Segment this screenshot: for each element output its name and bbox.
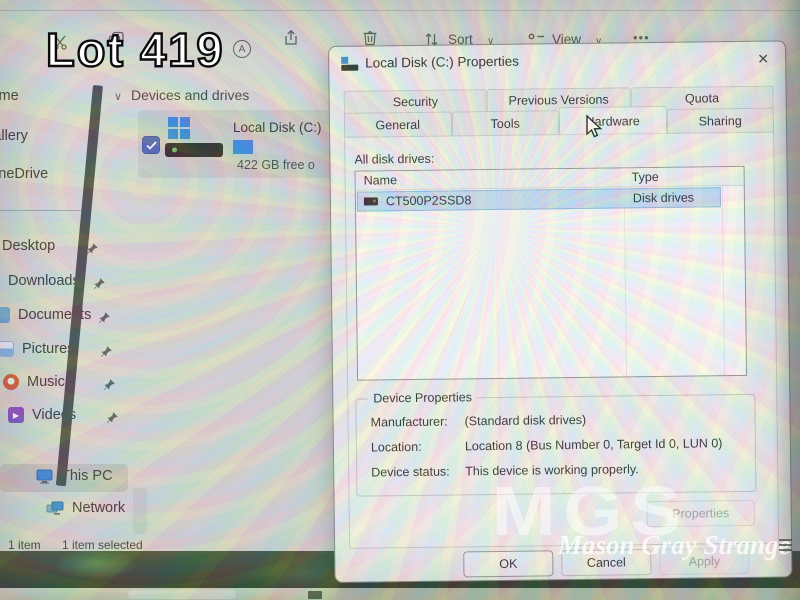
sidebar-item-desktop[interactable]: Desktop bbox=[2, 238, 55, 254]
pin-icon bbox=[100, 345, 113, 358]
section-header: Devices and drives bbox=[131, 87, 249, 103]
statusbar-item-count: 1 item bbox=[8, 538, 41, 552]
capacity-bar-fill bbox=[233, 140, 253, 154]
field-value: This device is working properly. bbox=[465, 462, 639, 478]
disk-drives-list[interactable]: Name Type CT500P2SSD8 Disk drives bbox=[355, 166, 748, 381]
cancel-button[interactable]: Cancel bbox=[561, 549, 651, 576]
close-icon[interactable]: ✕ bbox=[751, 48, 775, 70]
device-name: CT500P2SSD8 bbox=[386, 193, 472, 208]
sidebar-label: Pictures bbox=[22, 341, 74, 357]
taskbar-highlight bbox=[128, 590, 236, 599]
sidebar-item-home[interactable]: Home bbox=[0, 88, 19, 104]
share-icon[interactable] bbox=[282, 29, 300, 47]
menu-lines-artifact bbox=[779, 539, 792, 554]
sidebar-item-gallery[interactable]: Gallery bbox=[0, 128, 28, 144]
sidebar-item-pictures[interactable]: Pictures bbox=[0, 341, 74, 357]
chevron-down-icon[interactable]: ∨ bbox=[114, 90, 122, 103]
field-label: Location: bbox=[371, 440, 422, 455]
sidebar-label: This PC bbox=[61, 468, 113, 484]
drive-icon bbox=[165, 143, 223, 157]
device-properties-group: Device Properties Manufacturer: (Standar… bbox=[355, 394, 756, 497]
drive-free-space: 422 GB free o bbox=[237, 158, 315, 172]
pictures-icon bbox=[0, 341, 14, 357]
column-divider[interactable] bbox=[722, 167, 726, 375]
pin-icon bbox=[98, 311, 111, 324]
field-label: Device status: bbox=[371, 465, 450, 480]
mouse-cursor bbox=[583, 114, 605, 140]
list-label: All disk drives: bbox=[354, 152, 434, 167]
pin-icon bbox=[93, 277, 106, 290]
column-header-name[interactable]: Name bbox=[364, 173, 398, 187]
sidebar-label: Network bbox=[72, 500, 125, 516]
sidebar-label: Desktop bbox=[2, 238, 55, 254]
apply-button[interactable]: Apply bbox=[659, 548, 749, 575]
rename-icon[interactable]: A bbox=[233, 40, 251, 58]
network-icon bbox=[46, 501, 64, 516]
field-value: (Standard disk drives) bbox=[465, 413, 587, 428]
pin-icon bbox=[106, 411, 119, 424]
sidebar-item-music[interactable]: Music bbox=[3, 374, 65, 390]
statusbar-selected-count: 1 item selected bbox=[62, 538, 143, 552]
tab-general[interactable]: General bbox=[344, 111, 452, 137]
photographed-monitor: A Sort ∨ View ∨ ••• Home Gallery OneDriv… bbox=[0, 0, 800, 600]
sidebar-item-downloads[interactable]: Downloads bbox=[8, 273, 80, 289]
delete-icon[interactable] bbox=[362, 29, 378, 46]
pin-icon bbox=[103, 378, 116, 391]
list-row-ct500p2ssd8[interactable]: CT500P2SSD8 Disk drives bbox=[357, 187, 721, 211]
windows-logo-icon bbox=[168, 117, 190, 139]
drive-icon bbox=[341, 57, 359, 72]
lot-number-watermark: Lot 419 bbox=[46, 22, 225, 77]
taskbar-icon bbox=[308, 591, 322, 599]
sidebar-item-onedrive[interactable]: OneDrive bbox=[0, 166, 48, 182]
drive-checkbox[interactable] bbox=[142, 136, 160, 154]
videos-icon: ▶ bbox=[8, 407, 24, 423]
sidebar-label: Home bbox=[0, 88, 19, 104]
cut-icon[interactable] bbox=[52, 34, 68, 50]
properties-dialog: Local Disk (C:) Properties ✕ Security Pr… bbox=[328, 40, 793, 583]
sidebar-label: OneDrive bbox=[0, 166, 48, 182]
group-title: Device Properties bbox=[368, 390, 477, 405]
device-type: Disk drives bbox=[633, 191, 694, 206]
sidebar-scrollbar-track[interactable] bbox=[133, 488, 147, 534]
copy-icon[interactable] bbox=[108, 31, 125, 48]
sidebar-label: Music bbox=[27, 374, 65, 390]
taskbar bbox=[0, 588, 800, 600]
sidebar-label: Gallery bbox=[0, 128, 28, 144]
tab-tools[interactable]: Tools bbox=[451, 110, 559, 136]
tab-security[interactable]: Security bbox=[344, 89, 488, 114]
this-pc-icon bbox=[36, 469, 53, 484]
field-label: Manufacturer: bbox=[371, 415, 448, 430]
music-icon bbox=[3, 374, 19, 390]
field-value: Location 8 (Bus Number 0, Target Id 0, L… bbox=[465, 436, 723, 453]
sidebar-divider bbox=[0, 210, 88, 211]
drive-tile-local-disk-c[interactable]: Local Disk (C:) 422 GB free o bbox=[138, 110, 352, 178]
disk-drive-icon bbox=[364, 197, 378, 205]
column-header-type[interactable]: Type bbox=[632, 170, 659, 184]
tab-sharing[interactable]: Sharing bbox=[666, 108, 774, 134]
sidebar-item-network[interactable]: Network bbox=[46, 500, 125, 516]
toolbar-divider bbox=[0, 10, 800, 11]
rename-glyph: A bbox=[239, 44, 246, 55]
drive-name: Local Disk (C:) bbox=[233, 120, 322, 135]
dialog-title: Local Disk (C:) Properties bbox=[365, 54, 519, 71]
sidebar-label: Downloads bbox=[8, 273, 80, 289]
ok-button[interactable]: OK bbox=[463, 550, 553, 577]
documents-icon bbox=[0, 307, 10, 323]
sidebar-item-this-pc[interactable]: This PC bbox=[36, 468, 113, 484]
tab-hardware[interactable]: Hardware bbox=[559, 106, 667, 135]
properties-button[interactable]: Properties bbox=[647, 500, 755, 527]
